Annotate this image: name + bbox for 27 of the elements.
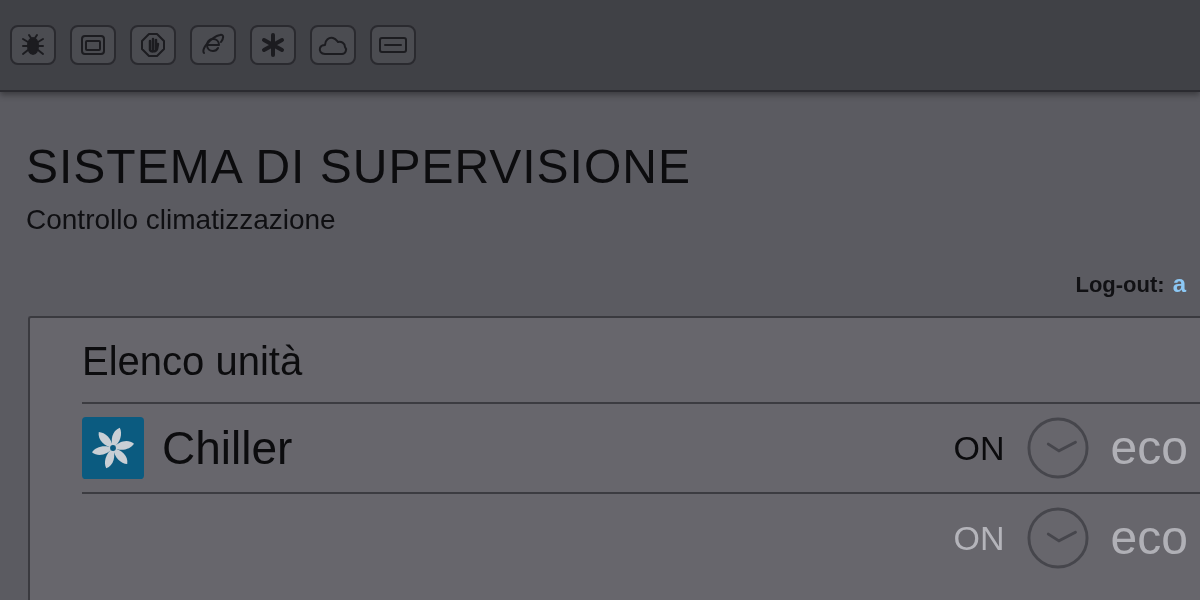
page-subtitle: Controllo climatizzazione bbox=[26, 204, 337, 236]
page-title: SISTEMA DI SUPERVISIONE bbox=[26, 140, 692, 194]
cloud-icon bbox=[318, 35, 348, 55]
eco-toggle[interactable]: eco bbox=[1026, 507, 1188, 569]
logout-label: Log-out: bbox=[1075, 271, 1165, 299]
toolbar-button[interactable] bbox=[370, 25, 416, 65]
unit-name-link[interactable]: Chiller bbox=[162, 422, 293, 474]
eco-toggle[interactable]: eco bbox=[1026, 417, 1188, 479]
panel-title: Elenco unità bbox=[82, 338, 304, 384]
user-link[interactable]: a bbox=[1172, 266, 1186, 302]
power-toggle[interactable]: ON bbox=[953, 519, 1005, 557]
window-icon bbox=[81, 35, 105, 55]
toolbar-button[interactable] bbox=[190, 25, 236, 65]
bug-icon bbox=[21, 33, 45, 57]
toolbar-button[interactable] bbox=[250, 25, 296, 65]
toolbar-button[interactable] bbox=[10, 25, 56, 65]
octagon-hand-icon bbox=[141, 33, 165, 57]
asterisk-icon bbox=[261, 33, 285, 57]
fan-icon bbox=[82, 417, 144, 479]
toolbar-button[interactable] bbox=[310, 25, 356, 65]
clock-icon bbox=[1026, 417, 1089, 479]
toolbar-button[interactable] bbox=[70, 25, 116, 65]
power-toggle[interactable]: ON bbox=[953, 429, 1005, 467]
rectangle-icon bbox=[379, 37, 407, 53]
clock-icon bbox=[1026, 507, 1089, 569]
toolbar-button[interactable] bbox=[130, 25, 176, 65]
e-orbit-icon bbox=[201, 33, 225, 57]
